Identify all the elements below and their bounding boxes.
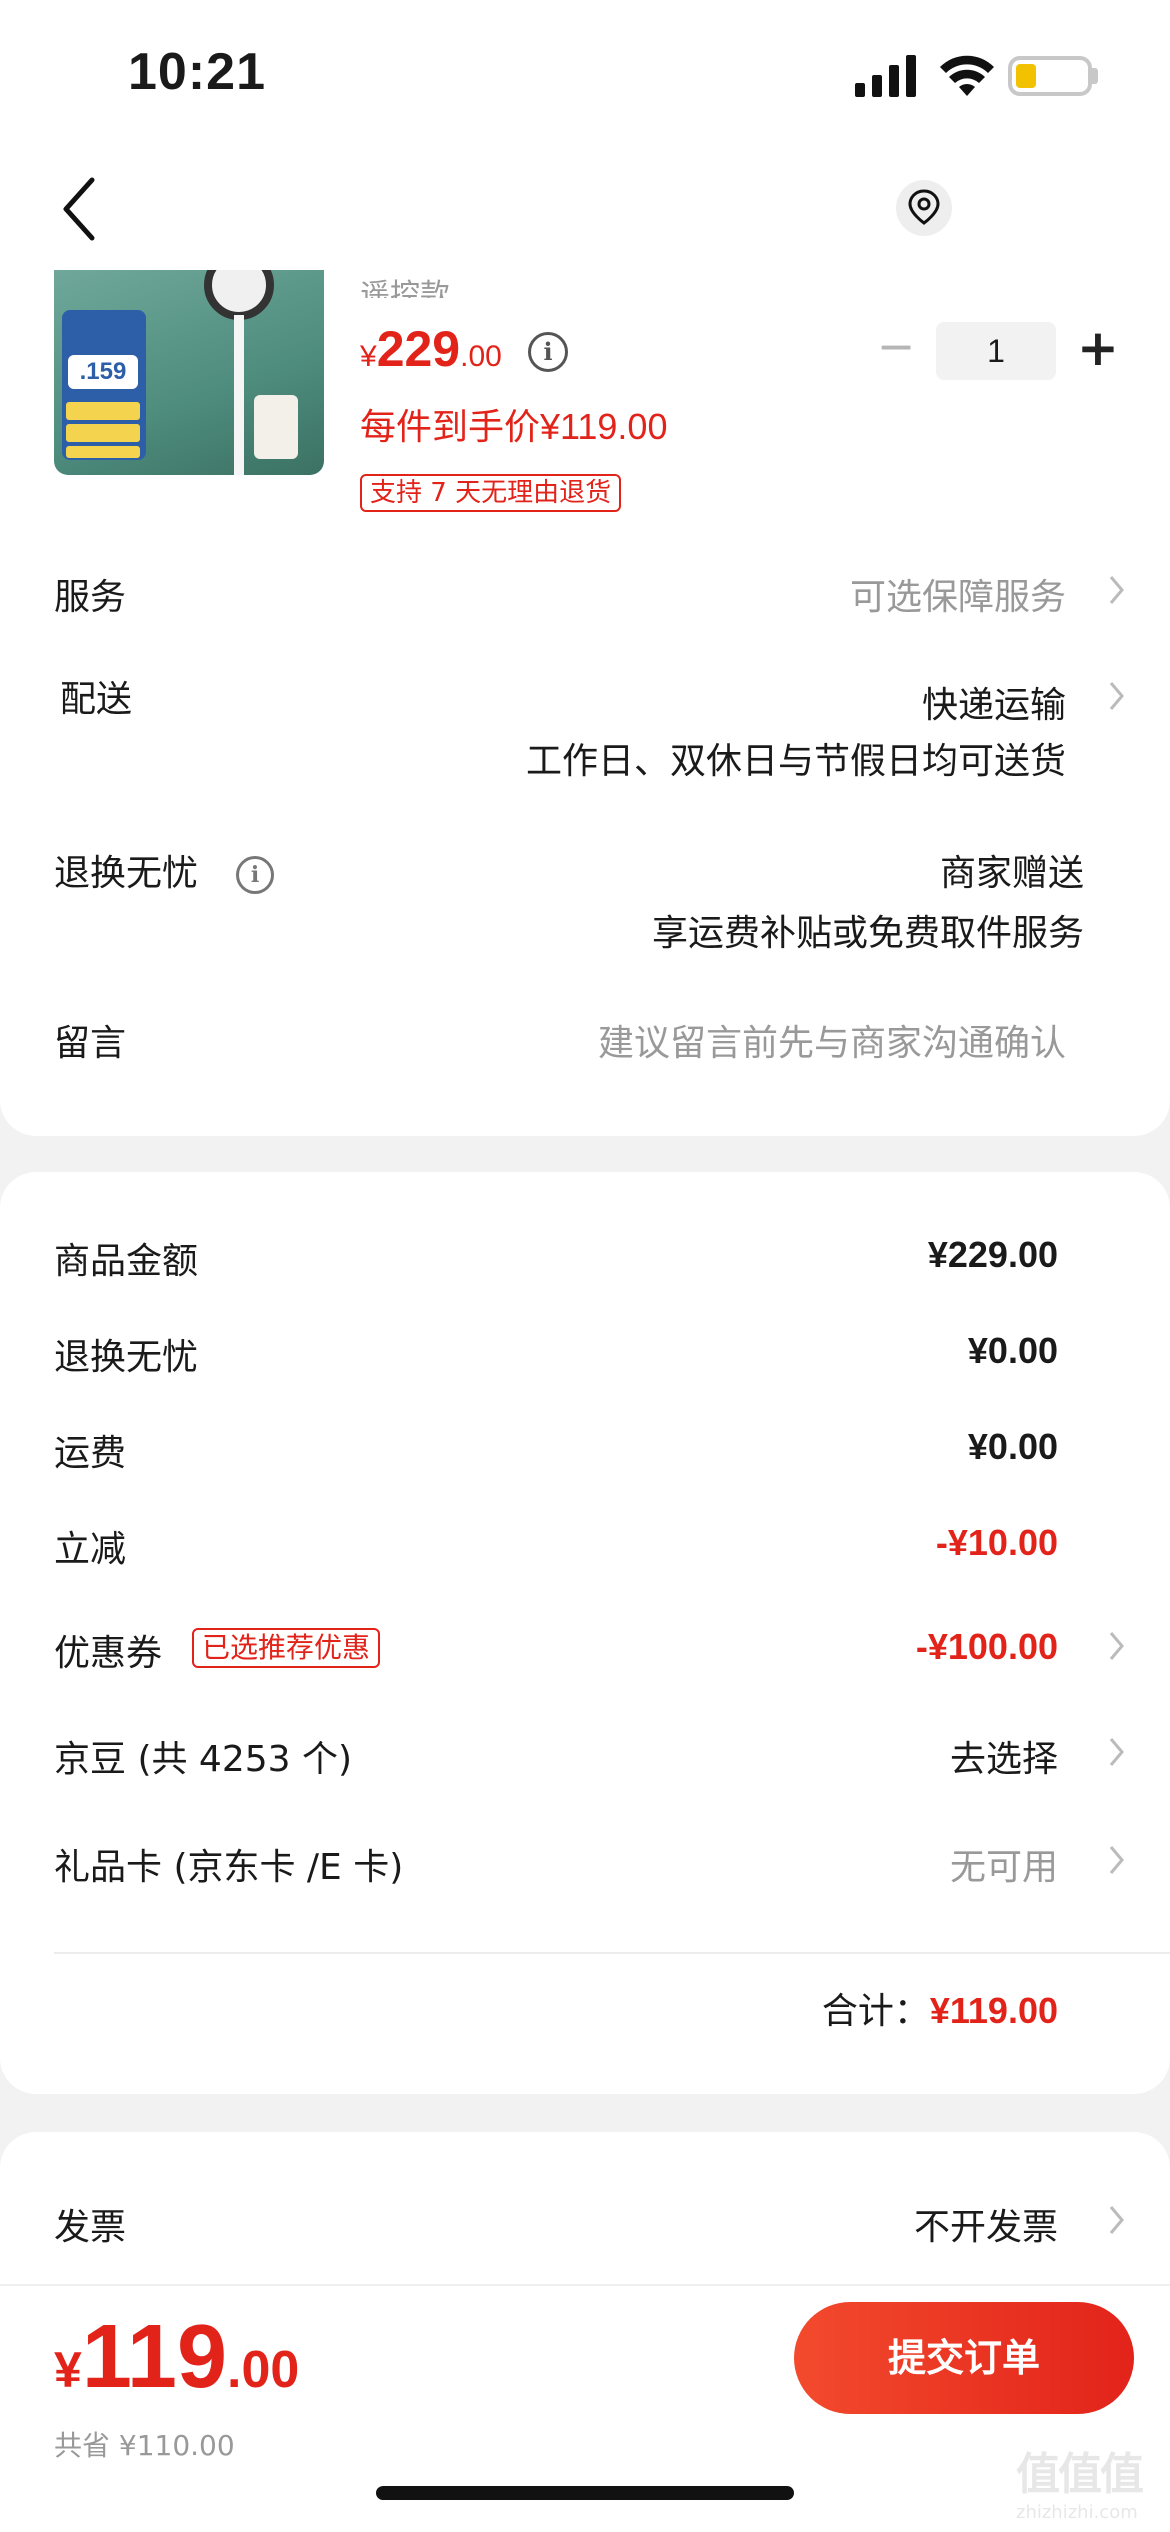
quantity-plus-button[interactable]: + (1074, 320, 1122, 378)
product-subtitle: 遥控款 (360, 278, 450, 298)
battery-tip (1092, 68, 1098, 84)
total-row: 合计：¥119.00 (822, 1982, 1058, 2034)
wifi-icon (940, 55, 994, 96)
giftcard-chevron-icon[interactable] (1106, 1842, 1128, 1878)
goods-amount-value: ¥229.00 (927, 1234, 1058, 1275)
coupon-chevron-icon[interactable] (1106, 1628, 1128, 1664)
coupon-value[interactable]: -¥100.00 (916, 1626, 1058, 1668)
invoice-chevron-icon[interactable] (1106, 2202, 1128, 2238)
worry-free-info-icon[interactable]: i (236, 856, 274, 894)
invoice-label: 发票 (54, 2207, 127, 2248)
home-indicator[interactable] (376, 2486, 794, 2500)
amount-card: 商品金额 ¥229.00 退换无忧 ¥0.00 运费 ¥0.00 立减 -¥10… (0, 1172, 1170, 2094)
giftcard-label: 礼品卡 (京东卡 /E 卡) (54, 1847, 404, 1888)
delivery-chevron-icon[interactable] (1106, 678, 1128, 714)
jingdou-value[interactable]: 去选择 (950, 1730, 1058, 1782)
message-label: 留言 (54, 1023, 127, 1064)
delivery-detail: 工作日、双休日与节假日均可送货 (525, 741, 1066, 782)
delivery-value[interactable]: 快递运输 (922, 676, 1066, 728)
jingdou-label: 京豆 (共 4253 个) (54, 1739, 353, 1780)
price-info-icon[interactable]: i (528, 332, 568, 372)
invoice-value[interactable]: 不开发票 (914, 2198, 1058, 2250)
status-bar: 10:21 (0, 0, 1170, 150)
worry-free-value: 商家赠送 (939, 853, 1084, 894)
cellular-signal-icon (855, 55, 916, 97)
location-icon[interactable] (896, 180, 952, 236)
goods-amount-label: 商品金额 (54, 1241, 199, 1282)
watermark: 值值值 zhizhizhi.com (1016, 2438, 1166, 2528)
worry-amount-value: ¥0.00 (967, 1330, 1058, 1371)
status-time: 10:21 (128, 43, 266, 101)
submit-order-button[interactable]: 提交订单 (794, 2302, 1134, 2414)
discount-value: -¥10.00 (935, 1522, 1058, 1563)
total-value: ¥119.00 (929, 1990, 1058, 2031)
service-value[interactable]: 可选保障服务 (850, 568, 1066, 620)
coupon-tag: 已选推荐优惠 (192, 1628, 381, 1668)
jingdou-chevron-icon[interactable] (1106, 1734, 1128, 1770)
quantity-minus-button[interactable]: − (876, 323, 916, 370)
delivery-label: 配送 (60, 679, 133, 720)
nav-bar (0, 150, 1170, 270)
product-price: ¥ 229 .00 (360, 321, 502, 377)
back-arrow-icon[interactable] (54, 174, 104, 244)
hand-price: 每件到手价¥119.00 (360, 406, 668, 447)
quantity-input[interactable]: 1 (936, 322, 1056, 380)
battery-icon (1008, 56, 1092, 96)
discount-label: 立减 (54, 1529, 127, 1570)
shipping-value: ¥0.00 (967, 1426, 1058, 1467)
service-chevron-icon[interactable] (1106, 572, 1128, 608)
divider (54, 1952, 1170, 1954)
final-price: ¥ 119 .00 (54, 2307, 300, 2407)
shipping-label: 运费 (54, 1433, 127, 1474)
total-label: 合计： (821, 1991, 930, 2032)
watermark-logo: 值值值 (1016, 2449, 1144, 2500)
saved-amount: 共省 ¥110.00 (54, 2429, 235, 2462)
watermark-site: zhizhizhi.com (1016, 2502, 1138, 2523)
product-card: .159 遥控款 ¥ 229 .00 i 每件到手价¥119.00 支持 7 天… (0, 270, 1170, 1136)
coupon-label: 优惠券 (54, 1633, 163, 1674)
giftcard-value[interactable]: 无可用 (950, 1838, 1058, 1890)
product-image-price: .159 (68, 355, 138, 389)
message-input[interactable]: 建议留言前先与商家沟通确认 (598, 1014, 1066, 1066)
worry-amount-label: 退换无忧 (54, 1337, 199, 1378)
return-policy-tag: 支持 7 天无理由退货 (360, 474, 622, 512)
worry-free-label: 退换无忧 (54, 853, 199, 894)
product-image[interactable]: .159 (54, 270, 324, 475)
service-label: 服务 (54, 577, 127, 618)
worry-free-detail: 享运费补贴或免费取件服务 (651, 913, 1084, 954)
